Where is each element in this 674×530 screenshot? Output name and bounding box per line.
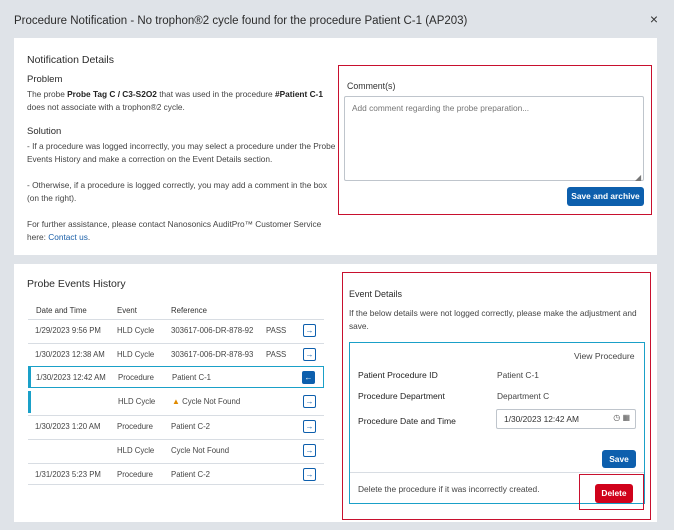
- row-status: PASS: [266, 326, 287, 335]
- column-header-reference: Reference: [171, 306, 207, 315]
- solution-line-2: - Otherwise, if a procedure is logged co…: [27, 180, 328, 203]
- resize-grip-icon[interactable]: ◢: [635, 173, 641, 182]
- row-reference: 303617-006-DR-878-92: [171, 326, 254, 335]
- row-date: 1/30/2023 12:38 AM: [35, 350, 105, 359]
- history-row[interactable]: 1/30/2023 1:20 AM Procedure Patient C-2 …: [28, 415, 324, 437]
- dialog-titlebar: Procedure Notification - No trophon®2 cy…: [0, 0, 674, 40]
- department-label: Procedure Department: [358, 391, 445, 401]
- arrow-right-icon[interactable]: →: [303, 444, 316, 457]
- notification-heading: Notification Details: [27, 54, 114, 66]
- warning-icon: ▲: [172, 397, 180, 406]
- comments-section: Comment(s) ◢ Save and archive: [338, 65, 652, 215]
- arrow-right-icon[interactable]: →: [303, 324, 316, 337]
- column-header-date: Date and Time: [36, 306, 87, 315]
- row-date: 1/30/2023 12:42 AM: [36, 373, 106, 382]
- row-reference: 303617-006-DR-878-93: [171, 350, 254, 359]
- column-header-event: Event: [117, 306, 137, 315]
- arrow-right-icon[interactable]: →: [303, 395, 316, 408]
- row-reference: Cycle Not Found: [171, 446, 230, 455]
- close-icon[interactable]: ×: [650, 12, 658, 26]
- procedure-name: #Patient C-1: [274, 89, 323, 99]
- notification-panel: Notification Details Problem The probe P…: [14, 38, 657, 255]
- datetime-label: Procedure Date and Time: [358, 416, 456, 426]
- solution-line-1: - If a procedure was logged incorrectly,…: [27, 141, 336, 164]
- problem-heading: Problem: [27, 74, 63, 85]
- comments-label: Comment(s): [347, 81, 396, 91]
- contact-us-link[interactable]: Contact us: [48, 232, 88, 242]
- history-row[interactable]: HLD Cycle ▲ Cycle Not Found →: [28, 391, 324, 413]
- row-date: 1/30/2023 1:20 AM: [35, 422, 101, 431]
- arrow-right-icon[interactable]: →: [303, 420, 316, 433]
- event-details-description: If the below details were not logged cor…: [349, 308, 637, 331]
- save-and-archive-button[interactable]: Save and archive: [567, 187, 644, 206]
- patient-id-value: Patient C-1: [497, 370, 539, 380]
- row-event: HLD Cycle: [118, 397, 156, 406]
- datetime-input[interactable]: 1/30/2023 12:42 AM ◷ ▦: [496, 409, 636, 429]
- history-row[interactable]: 1/30/2023 12:38 AM HLD Cycle 303617-006-…: [28, 343, 324, 365]
- history-row-selected[interactable]: 1/30/2023 12:42 AM Procedure Patient C-1…: [28, 366, 324, 388]
- row-reference: ▲ Cycle Not Found: [172, 397, 241, 406]
- row-status: PASS: [266, 350, 287, 359]
- row-reference: Patient C-1: [172, 373, 212, 382]
- row-reference: Patient C-2: [171, 470, 211, 479]
- save-button[interactable]: Save: [602, 450, 636, 468]
- arrow-right-icon[interactable]: →: [303, 348, 316, 361]
- comment-input[interactable]: [344, 96, 644, 181]
- delete-highlight: Delete: [579, 474, 644, 510]
- row-date: 1/31/2023 5:23 PM: [35, 470, 101, 479]
- problem-text: The probe Probe Tag C / C3-S2O2 that was…: [27, 89, 323, 112]
- event-details-section: Event Details If the below details were …: [342, 272, 651, 520]
- delete-button[interactable]: Delete: [595, 484, 633, 503]
- row-reference: Patient C-2: [171, 422, 211, 431]
- datetime-value: 1/30/2023 12:42 AM: [504, 414, 579, 424]
- row-date: 1/29/2023 9:56 PM: [35, 326, 101, 335]
- row-event: HLD Cycle: [117, 446, 155, 455]
- divider: [350, 472, 644, 473]
- assistance-text: For further assistance, please contact N…: [27, 219, 322, 242]
- calendar-icon[interactable]: ▦: [622, 413, 630, 422]
- history-row[interactable]: 1/29/2023 9:56 PM HLD Cycle 303617-006-D…: [28, 319, 324, 341]
- arrow-left-icon[interactable]: ←: [302, 371, 315, 384]
- row-event: Procedure: [117, 422, 153, 431]
- arrow-right-icon[interactable]: →: [303, 468, 316, 481]
- history-row[interactable]: HLD Cycle Cycle Not Found →: [28, 439, 324, 461]
- view-procedure-link[interactable]: View Procedure: [574, 351, 635, 361]
- history-row[interactable]: 1/31/2023 5:23 PM Procedure Patient C-2 …: [28, 463, 324, 485]
- solution-heading: Solution: [27, 126, 62, 137]
- event-details-panel: Event Details If the below details were …: [336, 264, 657, 522]
- event-details-heading: Event Details: [349, 289, 403, 299]
- probe-name: Probe Tag C / C3-S2O2: [67, 89, 157, 99]
- department-value: Department C: [497, 391, 550, 401]
- dialog-title: Procedure Notification - No trophon®2 cy…: [14, 15, 468, 27]
- history-heading: Probe Events History: [27, 278, 126, 290]
- patient-id-label: Patient Procedure ID: [358, 370, 438, 380]
- row-event: Procedure: [118, 373, 154, 382]
- probe-events-history-panel: Probe Events History Date and Time Event…: [14, 264, 336, 522]
- row-event: HLD Cycle: [117, 350, 155, 359]
- row-event: HLD Cycle: [117, 326, 155, 335]
- row-event: Procedure: [117, 470, 153, 479]
- clock-icon[interactable]: ◷: [613, 413, 620, 422]
- delete-description: Delete the procedure if it was incorrect…: [358, 484, 540, 494]
